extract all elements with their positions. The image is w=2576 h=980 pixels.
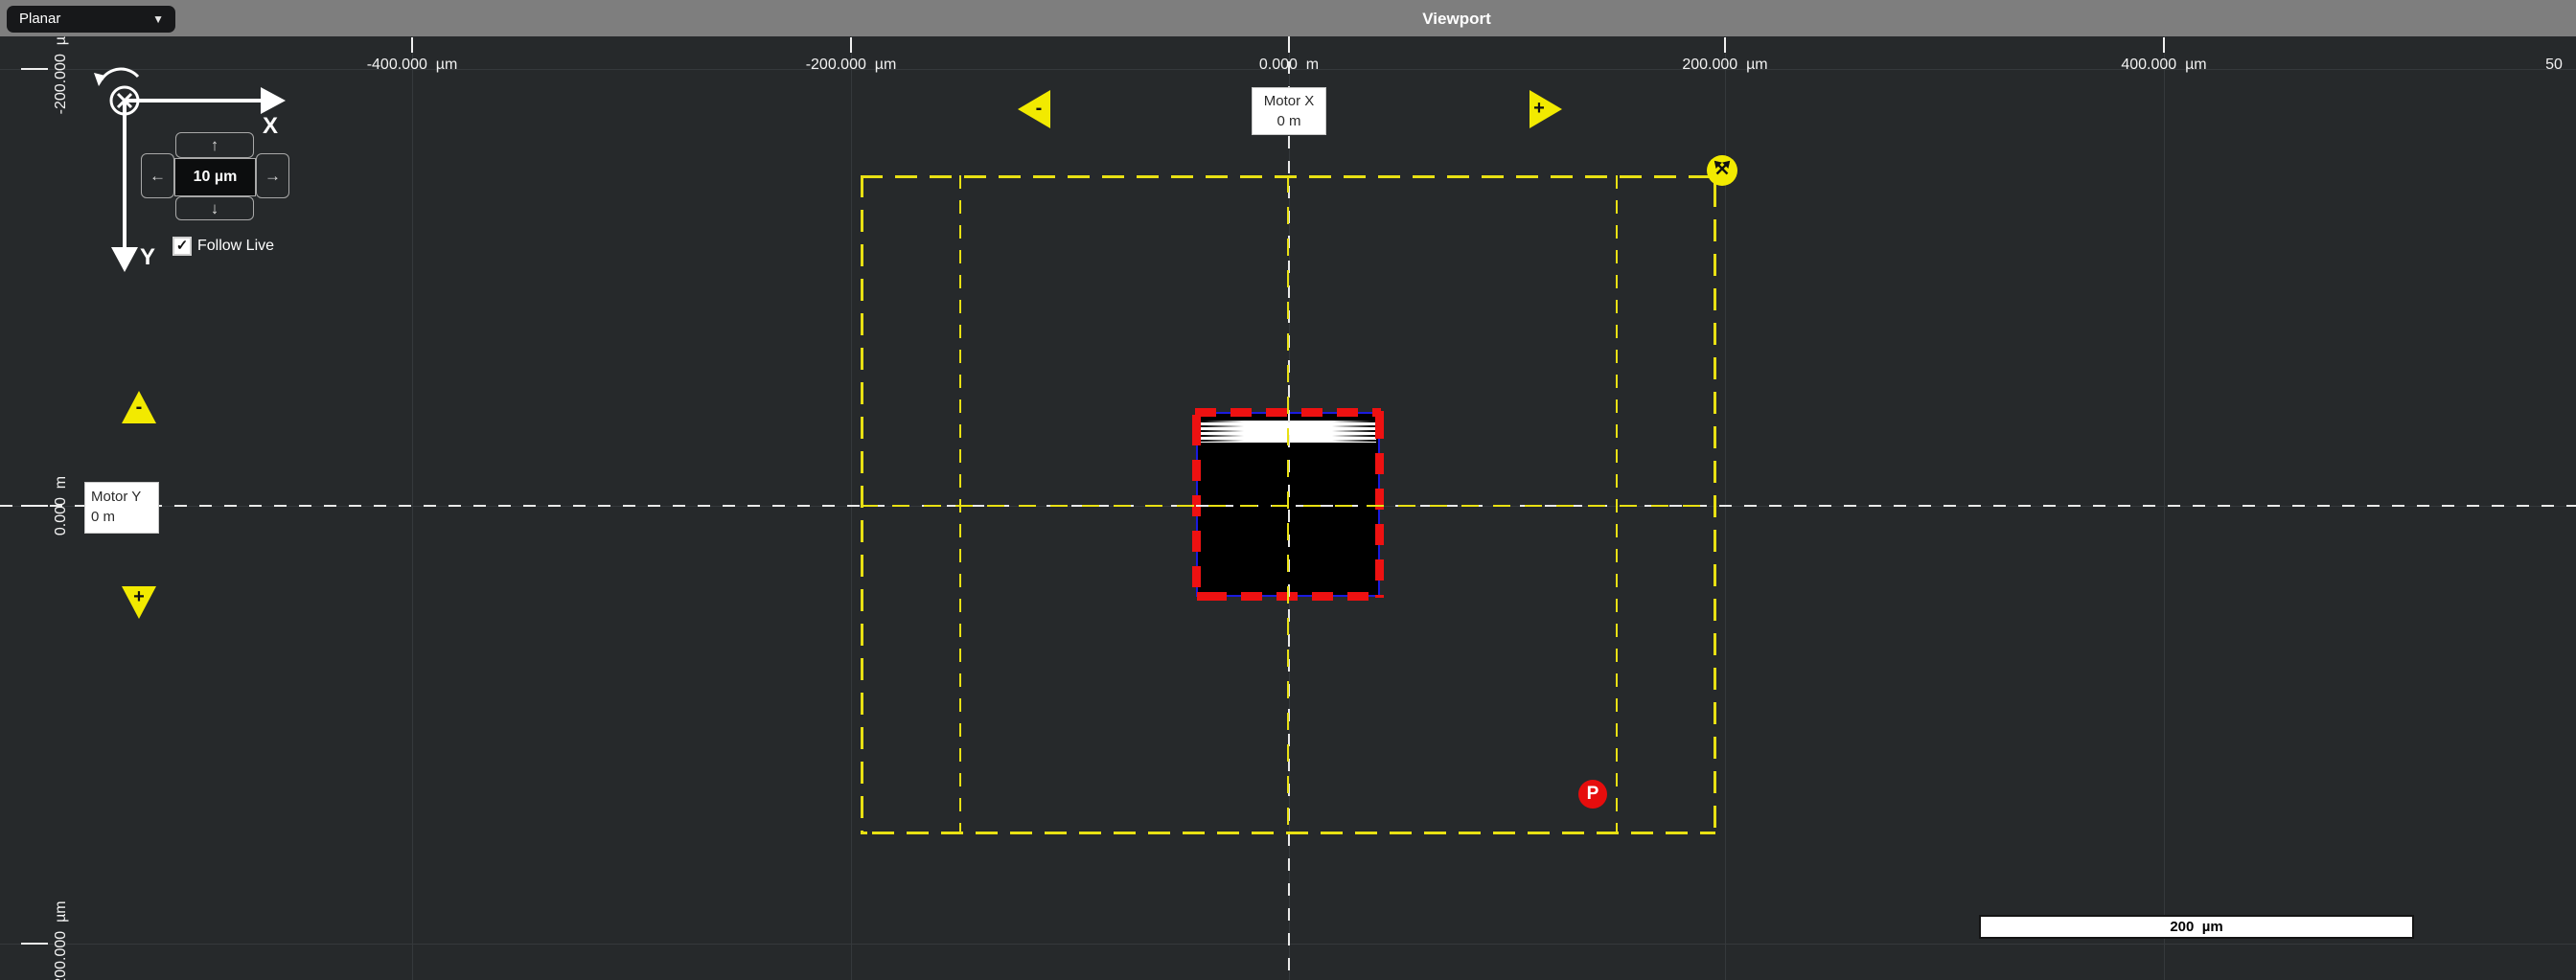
jog-down-button[interactable]: ↓ [175, 196, 254, 220]
motor-y-plus-button[interactable] [122, 586, 156, 619]
chevron-down-icon: ▼ [152, 6, 164, 33]
ruler-tick [21, 943, 48, 945]
motor-x-plus-button[interactable] [1530, 90, 1562, 128]
y-axis-arrow-icon [111, 247, 138, 272]
motor-y-readout: Motor Y 0 m [84, 482, 159, 534]
ruler-label: 400.000 µm [2121, 57, 2206, 74]
motor-y-name: Motor Y [91, 487, 158, 507]
scan-region-center-horizontal [861, 505, 1715, 507]
jog-right-button[interactable]: → [256, 153, 289, 198]
ruler-label: 200.000 µm [1682, 57, 1767, 74]
region-resize-handle[interactable] [1707, 155, 1737, 186]
ruler-tick [21, 68, 48, 70]
scale-bar: 200 µm [1979, 915, 2414, 939]
position-marker[interactable]: P [1578, 780, 1607, 809]
ruler-tick [1724, 37, 1726, 53]
follow-live-label: Follow Live [197, 238, 274, 255]
ruler-label-clipped: 50 [2545, 57, 2563, 74]
ruler-tick [411, 37, 413, 53]
scanline-fade-right [1332, 421, 1376, 443]
jog-up-button[interactable]: ↑ [175, 132, 254, 158]
ruler-label: -400.000 µm [367, 57, 458, 74]
x-axis-line [125, 99, 261, 103]
jog-left-button[interactable]: ← [141, 153, 174, 198]
panel-titlebar: Viewport [0, 0, 2576, 36]
ruler-tick [2163, 37, 2165, 53]
gridline-vertical [412, 36, 413, 980]
scanline-fade-left [1200, 421, 1244, 443]
view-mode-value: Planar [19, 6, 60, 33]
jog-pad: ↑ ← 10 µm → ↓ [141, 132, 289, 220]
x-axis-arrow-icon [261, 87, 286, 114]
follow-live-checkbox[interactable]: ✓ [172, 237, 192, 256]
y-axis-line [123, 101, 126, 247]
ruler-label-vertical: 0.000 m [53, 424, 72, 587]
ruler-label-vertical: 200.000 µm [53, 862, 72, 980]
ruler-tick [1288, 37, 1290, 53]
gridline-vertical [851, 36, 852, 980]
viewport-panel: P -400.000 µm -200.000 µm 0.000 m 200.00… [0, 0, 2576, 980]
motor-x-value: 0 m [1253, 111, 1325, 131]
motor-y-minus-button[interactable] [122, 391, 156, 423]
view-mode-dropdown[interactable]: Planar ▼ [7, 6, 175, 33]
ruler-tick [850, 37, 852, 53]
y-axis-label: Y [140, 244, 155, 271]
motor-y-value: 0 m [91, 507, 158, 527]
panel-title: Viewport [1422, 10, 1490, 29]
jog-step-input[interactable]: 10 µm [174, 158, 256, 196]
ruler-label: 0.000 m [1259, 57, 1319, 74]
ruler-label: -200.000 µm [806, 57, 897, 74]
rotation-origin-icon [77, 67, 155, 141]
move-diagonal-icon [1712, 158, 1733, 184]
gridline-vertical [2164, 36, 2165, 980]
motor-x-minus-button[interactable] [1018, 90, 1050, 128]
ruler-tick [21, 505, 48, 507]
motor-x-readout: Motor X 0 m [1252, 87, 1326, 135]
motor-x-name: Motor X [1253, 91, 1325, 111]
